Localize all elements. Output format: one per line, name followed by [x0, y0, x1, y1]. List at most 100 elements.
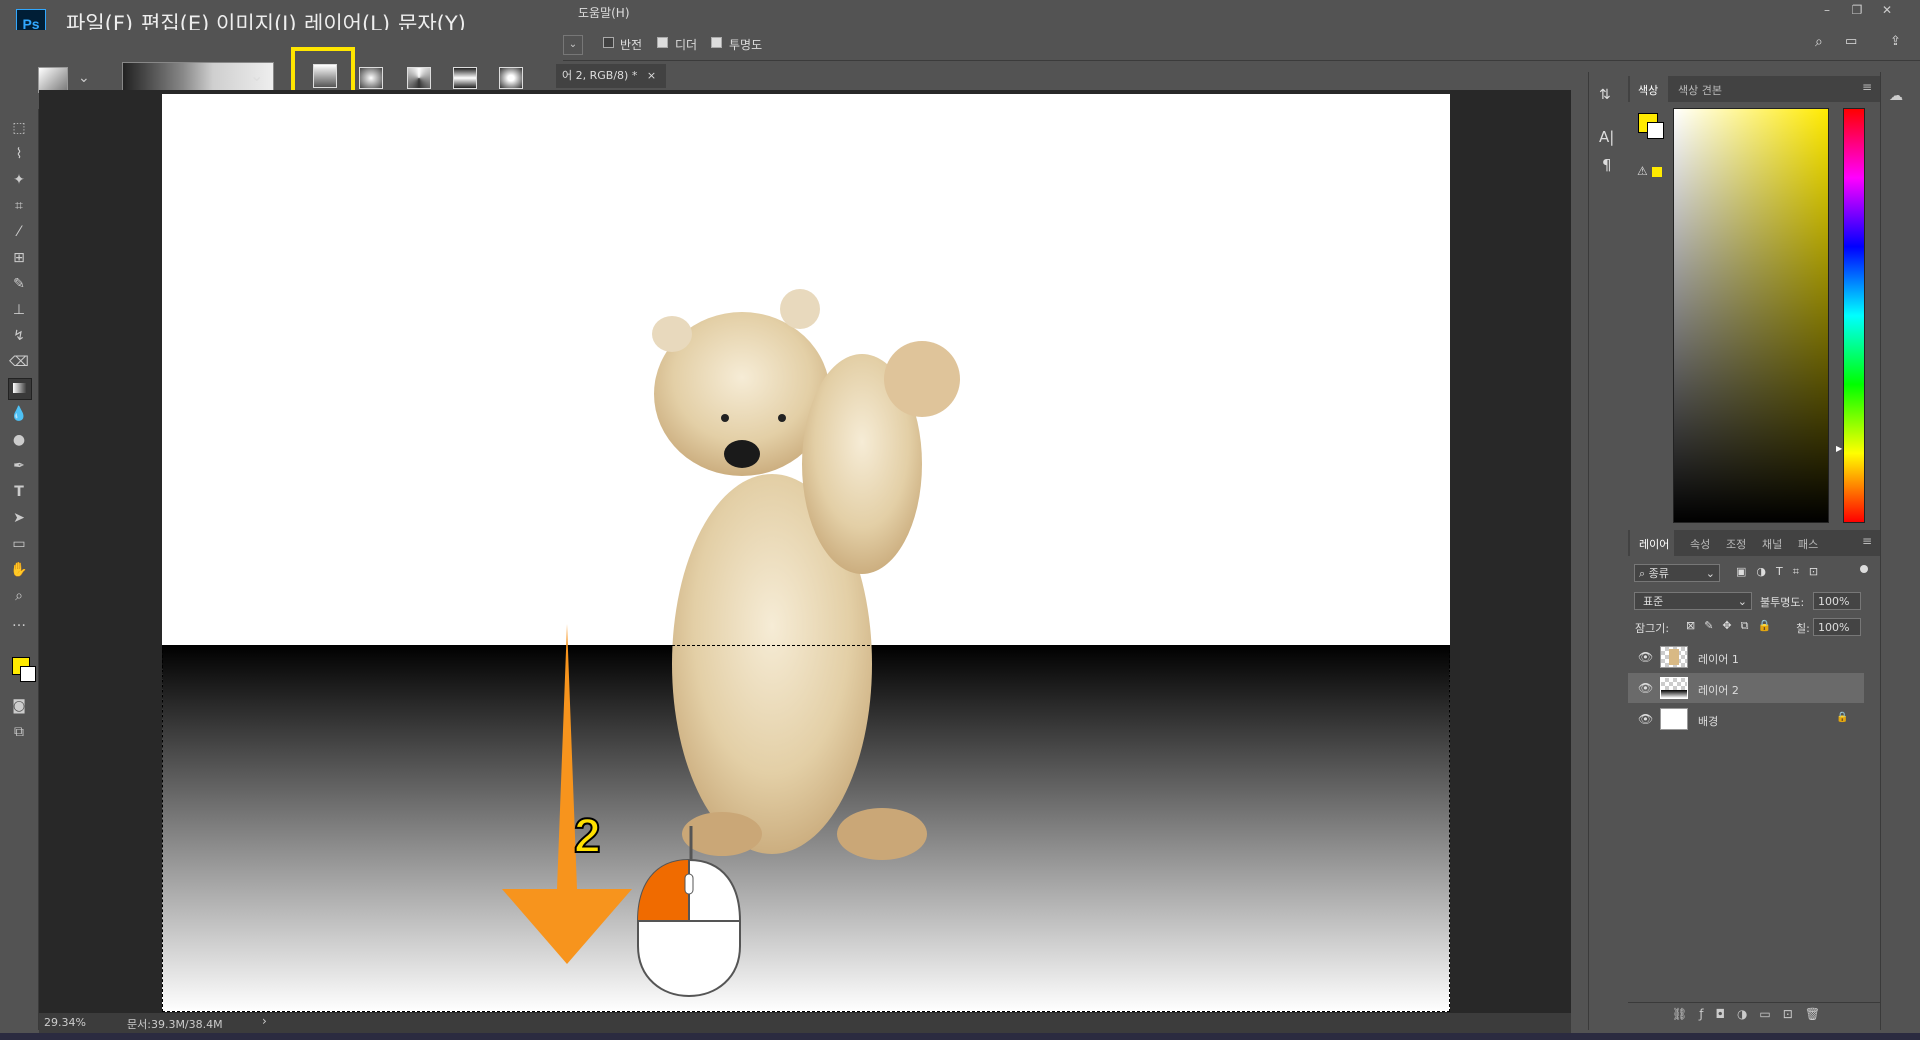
paragraph-panel-icon[interactable]: ¶	[1602, 156, 1612, 174]
layer-name: 레이어 1	[1698, 653, 1739, 666]
document-size: 문서:39.3M/38.4M	[127, 1018, 223, 1031]
reverse-label: 반전	[620, 38, 643, 52]
step2-number: 2	[573, 809, 602, 864]
background-color-swatch[interactable]	[20, 666, 36, 682]
layer-thumbnail	[1660, 677, 1688, 699]
transparency-checkbox[interactable]	[711, 37, 722, 48]
share-icon[interactable]: ⇪	[1890, 34, 1901, 49]
hand-tool-icon[interactable]: ✋	[8, 560, 30, 580]
rectangle-tool-icon[interactable]: ▭	[8, 534, 30, 554]
layer-filter-dropdown[interactable]: ⌕ 종류 ⌄	[1634, 564, 1720, 582]
close-icon[interactable]: ✕	[1872, 0, 1902, 20]
path-selection-tool-icon[interactable]: ➤	[8, 508, 30, 528]
hue-slider-handle-icon[interactable]: ▶	[1836, 444, 1842, 453]
chevron-down-icon[interactable]: ⌄	[78, 70, 90, 86]
layer-filter-label: 종류	[1648, 567, 1669, 580]
reverse-checkbox[interactable]	[603, 37, 614, 48]
layer-thumbnail	[1660, 646, 1688, 668]
crop-tool-icon[interactable]: ⌗	[8, 196, 30, 216]
menu-help[interactable]: 도움말(H)	[578, 4, 630, 21]
character-panel-icon[interactable]: A|	[1599, 128, 1614, 146]
layers-footer-icons[interactable]: ⛓ƒ◘◑▭⊡🗑	[1672, 1007, 1832, 1021]
eye-icon[interactable]: 👁	[1638, 650, 1653, 664]
marquee-tool-icon[interactable]: ⬚	[8, 118, 30, 138]
panel-menu-icon[interactable]: ≡	[1862, 534, 1872, 548]
type-tool-icon[interactable]: T	[8, 482, 30, 502]
lock-label: 잠그기:	[1635, 622, 1670, 635]
document-tab[interactable]: 어 2, RGB/8) * ×	[556, 64, 666, 88]
diamond-gradient-button[interactable]	[499, 67, 523, 89]
layer-filter-icons[interactable]: ▣◑T⌗⊡	[1736, 565, 1828, 579]
tab-paths[interactable]: 패스	[1798, 536, 1818, 552]
color-field[interactable]	[1673, 108, 1829, 523]
dither-checkbox[interactable]	[657, 37, 668, 48]
linear-gradient-button[interactable]	[313, 64, 337, 88]
quick-mask-icon[interactable]: ◙	[8, 696, 30, 716]
pen-tool-icon[interactable]: ✒	[8, 456, 30, 476]
status-bar	[39, 1013, 1571, 1033]
gamut-warning-icon: ⚠	[1637, 164, 1648, 178]
libraries-icon[interactable]: ☁	[1889, 88, 1903, 104]
eyedropper-tool-icon[interactable]: ⁄	[8, 222, 30, 242]
blend-mode-dropdown[interactable]: 표준 ⌄	[1634, 592, 1752, 610]
eye-icon[interactable]: 👁	[1638, 681, 1653, 695]
document-tab-title: 어 2, RGB/8) *	[562, 69, 638, 82]
layer-name: 배경	[1698, 715, 1719, 728]
workspace-icon[interactable]: ▭	[1845, 34, 1857, 49]
zoom-level[interactable]: 29.34%	[44, 1016, 86, 1029]
history-panel-icon[interactable]: ⇅	[1599, 87, 1611, 103]
blend-mode-value: 표준	[1643, 595, 1664, 608]
lasso-tool-icon[interactable]: ⌇	[8, 144, 30, 164]
gamut-color-swatch	[1652, 167, 1662, 177]
tab-adjustments[interactable]: 조정	[1726, 536, 1746, 552]
tab-properties[interactable]: 속성	[1690, 536, 1710, 552]
layer-row-2[interactable]: 👁 레이어 2	[1628, 673, 1864, 703]
drag-direction-arrow-icon	[502, 624, 632, 964]
screen-mode-icon[interactable]: ⧉	[8, 722, 30, 742]
magic-wand-tool-icon[interactable]: ✦	[8, 170, 30, 190]
dither-label: 디더	[675, 38, 698, 52]
fill-label: 칠:	[1796, 622, 1810, 635]
dodge-tool-icon[interactable]: ●	[8, 430, 30, 450]
lock-icon: 🔒	[1836, 712, 1849, 723]
lock-icons[interactable]: ⊠✎✥⧉🔒	[1686, 619, 1780, 633]
history-brush-tool-icon[interactable]: ↯	[8, 326, 30, 346]
reflected-gradient-button[interactable]	[453, 67, 477, 89]
color-panel-background-swatch[interactable]	[1647, 122, 1664, 139]
restore-icon[interactable]: ❐	[1842, 0, 1872, 20]
collapsed-panel-dock	[1588, 72, 1630, 1030]
filter-toggle-icon[interactable]	[1860, 565, 1868, 573]
opacity-input[interactable]: 100%	[1813, 592, 1861, 610]
more-tools-icon[interactable]: …	[8, 612, 30, 632]
transparency-label: 투명도	[729, 38, 763, 52]
hue-slider[interactable]	[1843, 108, 1865, 523]
tab-swatches[interactable]: 색상 견본	[1678, 82, 1722, 98]
document-canvas[interactable]: 2	[162, 94, 1450, 1012]
chevron-down-icon[interactable]: ⌄	[250, 66, 263, 85]
layer-row-1[interactable]: 👁 레이어 1	[1628, 642, 1864, 672]
tab-layers[interactable]: 레이어	[1639, 536, 1669, 552]
zoom-tool-icon[interactable]: ⌕	[8, 586, 30, 606]
tab-channels[interactable]: 채널	[1762, 536, 1782, 552]
gradient-tool-icon[interactable]	[8, 378, 32, 400]
fill-input[interactable]: 100%	[1813, 618, 1861, 636]
eye-icon[interactable]: 👁	[1638, 712, 1653, 726]
mouse-icon	[637, 826, 741, 998]
eraser-tool-icon[interactable]: ⌫	[8, 352, 30, 372]
layer-row-3[interactable]: 👁 배경 🔒	[1628, 704, 1864, 734]
tab-color[interactable]: 색상	[1638, 82, 1658, 98]
angle-gradient-button[interactable]	[407, 67, 431, 89]
brush-tool-icon[interactable]: ✎	[8, 274, 30, 294]
healing-brush-tool-icon[interactable]: ⊞	[8, 248, 30, 268]
libraries-dock	[1880, 72, 1920, 1030]
minimize-icon[interactable]: –	[1812, 0, 1842, 20]
stamp-tool-icon[interactable]: ⊥	[8, 300, 30, 320]
mode-dropdown-chevron-icon[interactable]: ⌄	[563, 35, 583, 55]
layer-name: 레이어 2	[1698, 684, 1739, 697]
panel-menu-icon[interactable]: ≡	[1862, 80, 1872, 94]
status-menu-chevron-icon[interactable]: ›	[262, 1014, 267, 1028]
blur-tool-icon[interactable]: 💧	[8, 404, 30, 424]
search-icon[interactable]: ⌕	[1815, 34, 1823, 50]
opacity-label: 불투명도:	[1760, 596, 1805, 609]
close-tab-icon[interactable]: ×	[647, 69, 656, 82]
